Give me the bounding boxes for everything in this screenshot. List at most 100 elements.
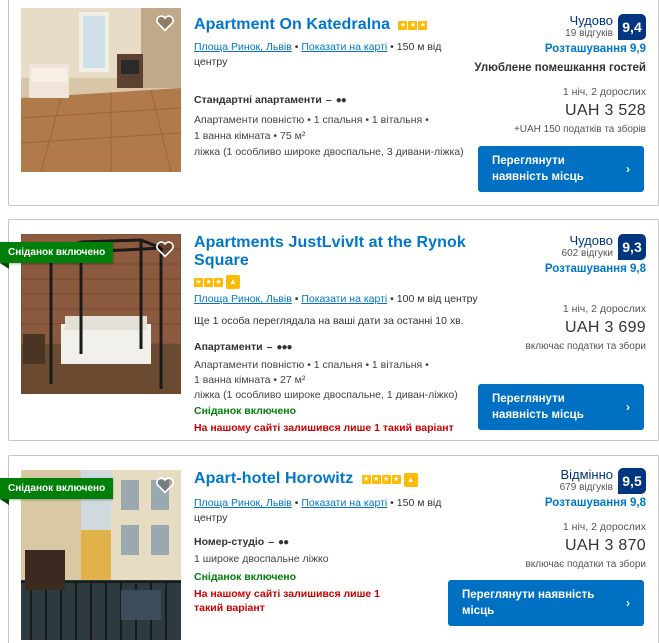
price: UAH 3 699 <box>565 319 646 336</box>
review-verdict: Чудово <box>569 233 613 248</box>
scarcity-message: На нашому сайті залишився лише 1 такий в… <box>194 422 454 434</box>
score-badge: 9,4 <box>618 14 646 40</box>
area-link[interactable]: Площа Ринок, Львів <box>194 497 292 509</box>
button-label: Переглянути наявність місць <box>492 393 584 421</box>
room-description: Апартаменти повністю • 1 спальня • 1 віт… <box>194 112 464 160</box>
chevron-right-icon: › <box>626 596 630 610</box>
breakfast-included: Сніданок включено <box>194 571 297 583</box>
review-score[interactable]: Відмінно 679 відгуків 9,5 <box>446 468 646 494</box>
location-score: Розташування 9,9 <box>544 43 646 55</box>
see-availability-button[interactable]: Переглянути наявність місць › <box>478 384 644 430</box>
property-photo[interactable] <box>21 8 181 172</box>
property-info: Apartment On Katedralna Площа Ринок, Льв… <box>194 16 464 160</box>
room-description: 1 широке двоспальне ліжко <box>194 551 454 567</box>
star-icon <box>194 277 203 287</box>
taxes-note: +UAH 150 податків та зборів <box>513 124 646 135</box>
three-person-icon: ●●● <box>276 341 292 353</box>
star-icon <box>381 475 391 485</box>
review-count: 19 відгуків <box>565 28 613 39</box>
property-title[interactable]: Apartments JustLvivIt at the Rynok Squar… <box>194 234 466 269</box>
heart-icon[interactable] <box>155 476 175 494</box>
show-on-map-link[interactable]: Показати на карті <box>301 497 387 509</box>
star-icon <box>418 21 428 31</box>
property-title[interactable]: Apartment On Katedralna <box>194 16 390 33</box>
location-score: Розташування 9,8 <box>544 263 646 275</box>
review-count: 679 відгуків <box>559 482 613 493</box>
location-line: Площа Ринок, Львів • Показати на карті •… <box>194 41 442 68</box>
breakfast-included: Сніданок включено <box>194 405 297 417</box>
two-person-icon: ●● <box>278 536 289 548</box>
star-icon <box>204 277 213 287</box>
chevron-right-icon: › <box>626 162 630 176</box>
star-rating <box>361 472 418 487</box>
see-availability-button[interactable]: Переглянути наявність місць › <box>478 146 644 192</box>
review-count: 602 відгуки <box>561 248 613 259</box>
area-link[interactable]: Площа Ринок, Львів <box>194 293 292 305</box>
score-badge: 9,3 <box>618 234 646 260</box>
heart-icon[interactable] <box>155 240 175 258</box>
see-availability-button[interactable]: Переглянути наявність місць › <box>448 580 644 626</box>
room-description: Апартаменти повністю • 1 спальня • 1 віт… <box>194 358 494 403</box>
stay-details: 1 ніч, 2 дорослих <box>562 303 646 315</box>
stay-details: 1 ніч, 2 дорослих <box>562 521 646 533</box>
stay-details: 1 ніч, 2 дорослих <box>562 86 646 98</box>
price-panel: Чудово 19 відгуків 9,4 Розташування 9,9 … <box>446 14 646 135</box>
location-line: Площа Ринок, Львів • Показати на карті •… <box>194 497 442 524</box>
guest-favourite: Улюблене помешкання гостей <box>474 62 646 74</box>
price-panel: Відмінно 679 відгуків 9,5 Розташування 9… <box>446 468 646 570</box>
room-type-label: Номер-студіо <box>194 536 265 548</box>
desc-line: 1 ванна кімната • 75 м² <box>194 130 306 142</box>
price-panel: Чудово 602 відгуки 9,3 Розташування 9,8 … <box>446 234 646 352</box>
property-card: Сніданок включено Apartments JustLvivIt … <box>0 219 659 441</box>
star-icon <box>398 21 408 31</box>
room-type-label: Апартаменти <box>194 341 263 353</box>
score-badge: 9,5 <box>618 468 646 494</box>
desc-line: Апартаменти повністю • 1 спальня • 1 віт… <box>194 359 429 371</box>
price: UAH 3 528 <box>565 102 646 119</box>
room-type-dash: – <box>268 536 275 548</box>
show-on-map-link[interactable]: Показати на карті <box>301 293 387 305</box>
property-card: Сніданок включено Apart-hotel Horowitz П… <box>0 455 659 643</box>
desc-line: 1 широке двоспальне ліжко <box>194 553 329 565</box>
room-type[interactable]: Номер-студіо – ●● <box>194 536 454 548</box>
desc-line: ліжка (1 особливо широке двоспальне, 1 д… <box>194 389 458 401</box>
room-type-dash: – <box>266 341 273 353</box>
room-photo-image <box>21 8 181 172</box>
two-person-icon: ●● <box>335 94 347 106</box>
star-rating <box>398 21 428 31</box>
button-label: Переглянути наявність місць <box>462 589 595 617</box>
star-icon <box>408 21 418 31</box>
price: UAH 3 870 <box>565 537 646 554</box>
property-card: Apartment On Katedralna Площа Ринок, Льв… <box>8 0 659 206</box>
room-type-dash: – <box>325 94 332 106</box>
thumbs-up-icon <box>403 472 418 487</box>
room-type[interactable]: Стандартні апартаменти – ●● <box>194 94 464 106</box>
star-rating <box>194 275 240 289</box>
taxes-note: включає податки та збори <box>525 341 646 352</box>
desc-line: 1 ванна кімната • 27 м² <box>194 374 306 386</box>
thumbs-up-icon <box>226 275 240 289</box>
desc-line: Апартаменти повністю • 1 спальня • 1 віт… <box>194 114 429 126</box>
room-type-label: Стандартні апартаменти <box>194 94 322 106</box>
area-link[interactable]: Площа Ринок, Львів <box>194 41 292 53</box>
review-verdict: Відмінно <box>560 467 613 482</box>
property-title[interactable]: Apart-hotel Horowitz <box>194 470 353 487</box>
button-label: Переглянути наявність місць <box>492 155 584 183</box>
heart-icon[interactable] <box>155 14 175 32</box>
review-score[interactable]: Чудово 19 відгуків 9,4 <box>446 14 646 40</box>
property-info: Apart-hotel Horowitz Площа Ринок, Львів … <box>194 470 454 615</box>
show-on-map-link[interactable]: Показати на карті <box>301 41 387 53</box>
star-icon <box>361 475 371 485</box>
star-icon <box>214 277 223 287</box>
review-verdict: Чудово <box>569 13 613 28</box>
star-icon <box>391 475 401 485</box>
star-icon <box>371 475 381 485</box>
chevron-right-icon: › <box>626 400 630 414</box>
desc-line: ліжка (1 особливо широке двоспальне, 3 д… <box>194 146 464 158</box>
scarcity-message: На нашому сайті залишився лише 1 такий в… <box>194 588 380 614</box>
review-score[interactable]: Чудово 602 відгуки 9,3 <box>446 234 646 260</box>
breakfast-ribbon: Сніданок включено <box>0 242 114 269</box>
breakfast-ribbon: Сніданок включено <box>0 478 114 505</box>
taxes-note: включає податки та збори <box>525 559 646 570</box>
location-score: Розташування 9,8 <box>544 497 646 509</box>
